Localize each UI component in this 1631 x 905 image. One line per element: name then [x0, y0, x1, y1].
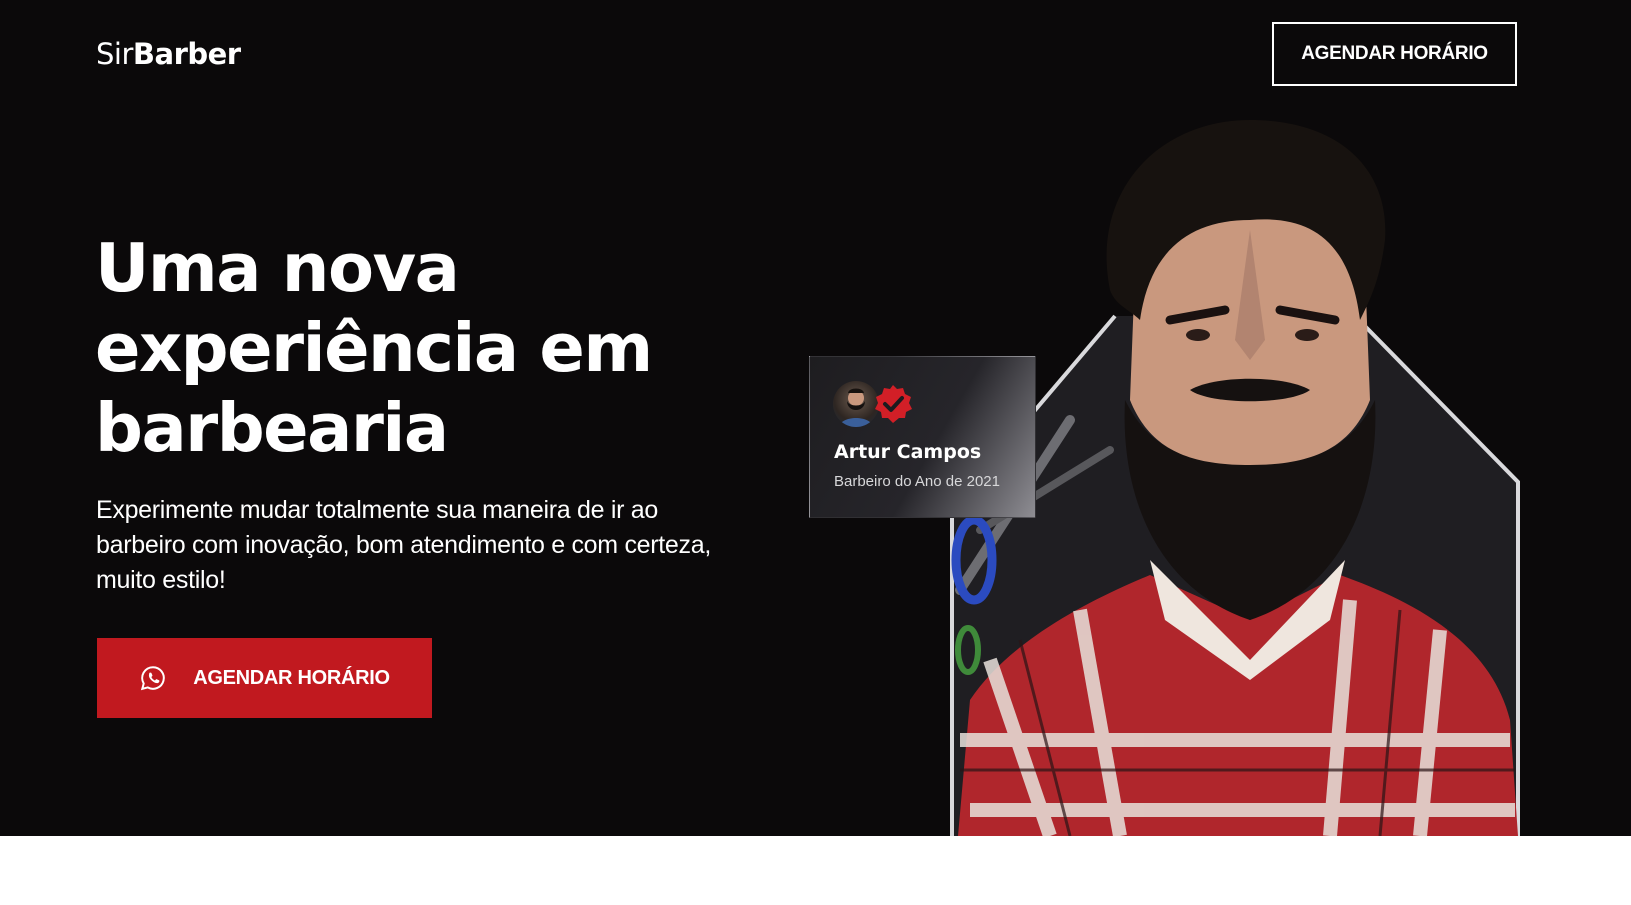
barber-title: Barbeiro do Ano de 2021 [834, 473, 1000, 490]
logo-text-light: Sir [96, 37, 133, 71]
hero-section: SirBarber AGENDAR HORÁRIO Uma nova exper… [0, 0, 1631, 836]
hero-schedule-button[interactable]: AGENDAR HORÁRIO [97, 638, 432, 718]
verified-check-icon [872, 383, 914, 425]
headline-line-3: barbearia [95, 389, 449, 467]
whatsapp-icon [139, 664, 167, 692]
hero-headline: Uma nova experiência em barbearia [95, 228, 715, 468]
header-schedule-button[interactable]: AGENDAR HORÁRIO [1272, 22, 1517, 86]
headline-line-1: Uma nova [95, 229, 460, 307]
barber-badge-card: Artur Campos Barbeiro do Ano de 2021 [809, 356, 1036, 518]
brand-logo[interactable]: SirBarber [96, 34, 241, 74]
barber-name: Artur Campos [834, 441, 982, 463]
hero-schedule-label: AGENDAR HORÁRIO [193, 666, 390, 689]
logo-text-bold: Barber [132, 37, 241, 71]
headline-line-2: experiência em [95, 309, 653, 387]
hero-subtext: Experimente mudar totalmente sua maneira… [96, 496, 711, 594]
